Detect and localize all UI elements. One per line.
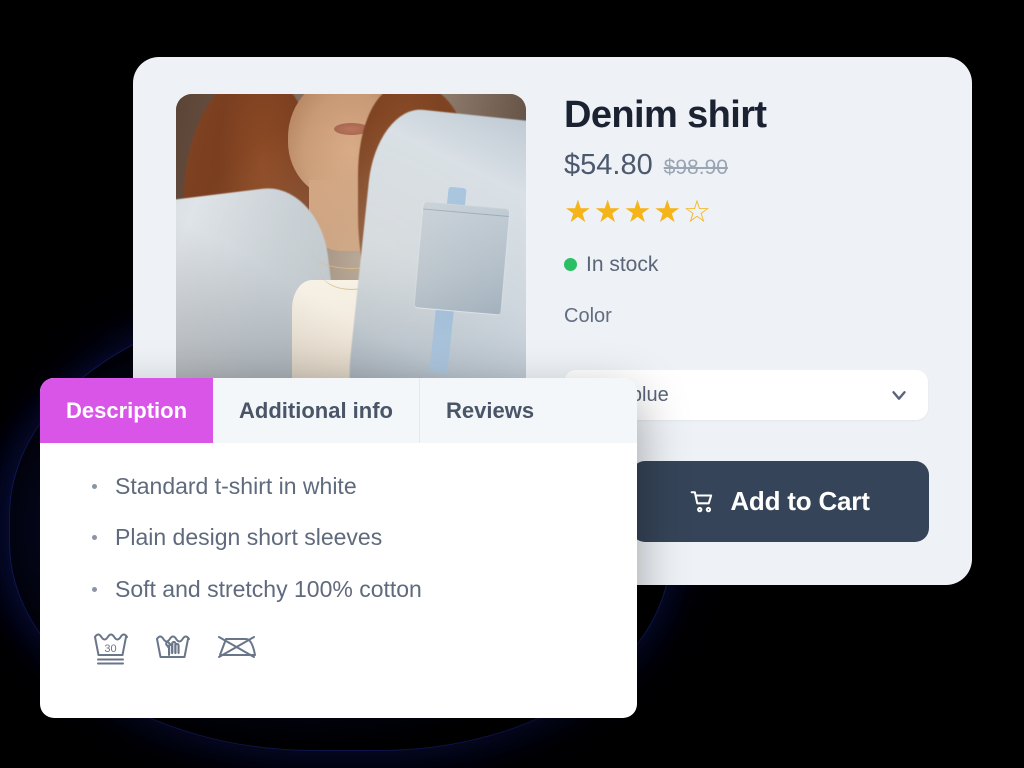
svg-text:30: 30 (104, 643, 116, 655)
status-dot-icon (564, 258, 577, 272)
wash-30-delicate-icon: 30 (94, 633, 128, 665)
stock-status: In stock (564, 253, 934, 277)
product-info: Denim shirt $54.80 $98.90 ★★★★☆ In stock… (564, 94, 934, 328)
tab-description[interactable]: Description (40, 378, 214, 443)
tab-reviews[interactable]: Reviews (420, 378, 561, 443)
hand-wash-icon (156, 635, 190, 659)
shopping-cart-icon (690, 490, 713, 512)
do-not-iron-icon (218, 636, 256, 659)
status-badge: In stock (586, 252, 659, 276)
color-label: Color (564, 304, 612, 327)
original-price: $98.90 (663, 155, 728, 179)
current-price: $54.80 (564, 148, 653, 181)
add-to-cart-label: Add to Cart (730, 486, 870, 516)
chevron-down-icon (892, 391, 906, 400)
price-row: $54.80 $98.90 (564, 149, 934, 182)
tab-additional-info[interactable]: Additional info (213, 378, 420, 443)
tab-panel-description: Standard t-shirt in white Plain design s… (40, 443, 637, 668)
list-item: Plain design short sleeves (88, 524, 637, 550)
page-title: Denim shirt (564, 94, 767, 136)
tab-bar: Description Additional info Reviews (40, 378, 637, 443)
rating-stars[interactable]: ★★★★☆ (564, 196, 934, 227)
product-tabs-panel: Description Additional info Reviews Stan… (40, 378, 637, 718)
list-item: Standard t-shirt in white (88, 473, 637, 499)
list-item: Soft and stretchy 100% cotton (88, 576, 637, 602)
add-to-cart-button[interactable]: Add to Cart (631, 461, 929, 542)
description-bullet-list: Standard t-shirt in white Plain design s… (88, 473, 637, 602)
screen: Denim shirt $54.80 $98.90 ★★★★☆ In stock… (0, 0, 1024, 768)
care-instruction-icons: 30 (88, 627, 637, 667)
